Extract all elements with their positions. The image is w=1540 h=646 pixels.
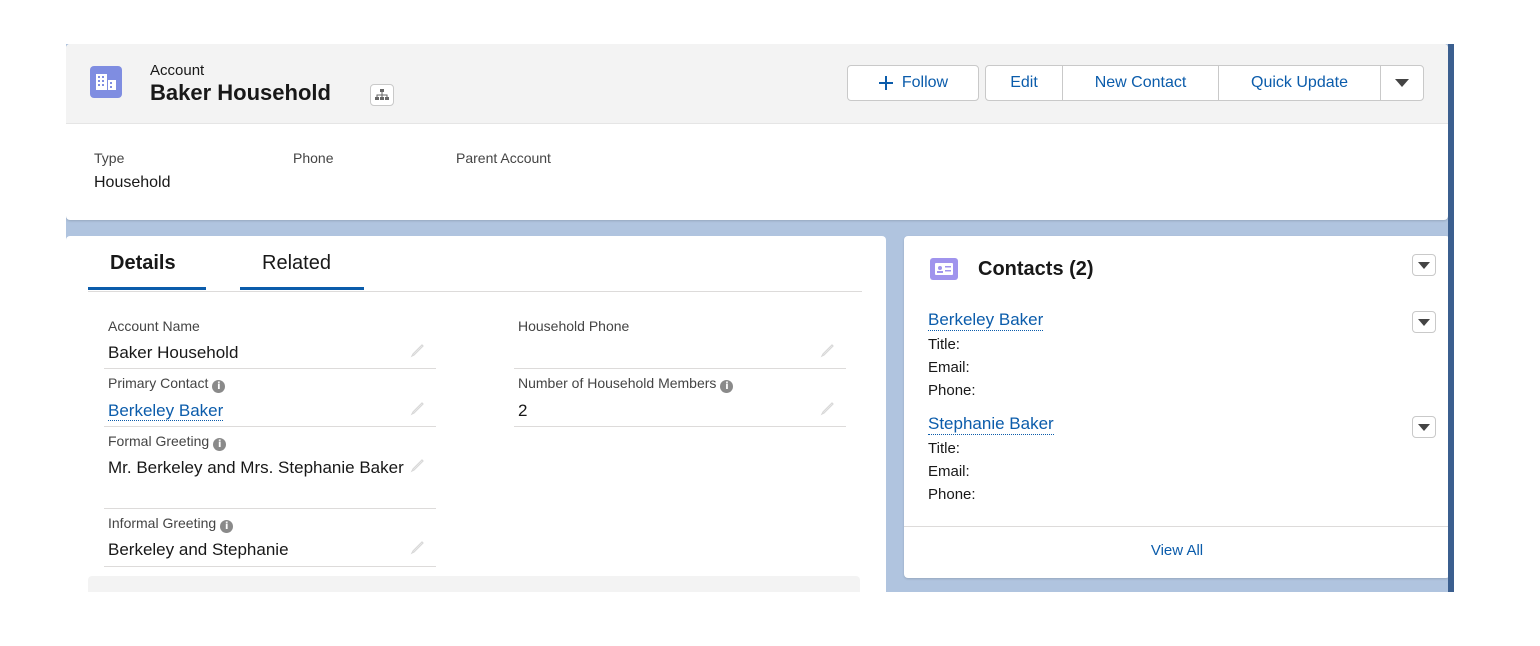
- field-label-wrap: Primary Contact i: [108, 375, 226, 393]
- field-account-name: Account Name Baker Household: [104, 312, 436, 369]
- follow-button-label: Follow: [901, 74, 949, 91]
- info-icon[interactable]: i: [720, 380, 734, 393]
- contact-email-label: Email:: [928, 463, 970, 480]
- contact-name-link[interactable]: Stephanie Baker: [928, 414, 1054, 435]
- field-label-wrap: Formal Greeting i: [108, 433, 227, 451]
- contact-card-icon: [930, 258, 958, 280]
- page-right-edge: [1448, 44, 1454, 592]
- header-title-bar: Account Baker Household Follow Edit New …: [66, 44, 1448, 124]
- primary-contact-link[interactable]: Berkeley Baker: [108, 401, 224, 421]
- field-value: Berkeley and Stephanie: [108, 540, 289, 559]
- contact-phone-label: Phone:: [928, 486, 976, 503]
- pencil-icon[interactable]: [410, 344, 426, 358]
- highlight-type-label: Type: [94, 150, 125, 166]
- field-label-wrap: Informal Greeting i: [108, 515, 234, 533]
- field-household-phone: Household Phone: [514, 312, 846, 369]
- contact-row-menu-button[interactable]: [1412, 311, 1436, 333]
- follow-button[interactable]: Follow: [847, 65, 979, 101]
- contacts-footer-divider: [904, 526, 1450, 527]
- pencil-icon[interactable]: [410, 459, 426, 473]
- details-panel: Details Related Account Name Baker House…: [66, 236, 886, 592]
- field-label: Account Name: [108, 318, 200, 334]
- contacts-list-menu-button[interactable]: [1412, 254, 1436, 276]
- field-formal-greeting: Formal Greeting i Mr. Berkeley and Mrs. S…: [104, 427, 436, 509]
- field-value-wrap: Berkeley Baker: [108, 399, 224, 422]
- new-contact-button[interactable]: New Contact: [1062, 65, 1219, 101]
- field-value: Baker Household: [108, 343, 239, 362]
- highlight-type-value: Household: [94, 174, 171, 191]
- record-name-title: Baker Household: [150, 80, 331, 105]
- edit-button[interactable]: Edit: [985, 65, 1063, 101]
- field-value: 2: [518, 401, 528, 420]
- field-label: Formal Greeting: [108, 433, 210, 449]
- info-icon[interactable]: i: [213, 438, 227, 451]
- quick-update-button[interactable]: Quick Update: [1218, 65, 1381, 101]
- highlight-phone-label: Phone: [293, 150, 334, 166]
- record-page-background: Account Baker Household Follow Edit New …: [66, 44, 1454, 592]
- record-header: Account Baker Household Follow Edit New …: [66, 44, 1448, 220]
- field-label: Informal Greeting: [108, 515, 217, 531]
- field-label: Household Phone: [518, 318, 630, 334]
- info-icon[interactable]: i: [212, 380, 226, 393]
- field-informal-greeting: Informal Greeting i Berkeley and Stephani…: [104, 509, 436, 567]
- highlight-parent-account-label: Parent Account: [456, 150, 551, 166]
- pencil-icon[interactable]: [820, 344, 836, 358]
- action-button-group: Edit New Contact Quick Update: [985, 65, 1424, 101]
- view-all-link[interactable]: View All: [904, 542, 1450, 559]
- contact-phone-label: Phone:: [928, 382, 976, 399]
- section-footer-strip: [88, 576, 860, 592]
- contact-name-link[interactable]: Berkeley Baker: [928, 310, 1044, 331]
- contact-email-label: Email:: [928, 359, 970, 376]
- tab-related[interactable]: Related: [240, 252, 364, 290]
- info-icon[interactable]: i: [220, 520, 234, 533]
- field-primary-contact: Primary Contact i Berkeley Baker: [104, 369, 436, 427]
- hierarchy-icon: [375, 89, 389, 100]
- pencil-icon[interactable]: [410, 402, 426, 416]
- contact-title-label: Title:: [928, 440, 960, 457]
- chevron-down-icon: [1395, 79, 1409, 87]
- pencil-icon[interactable]: [820, 402, 836, 416]
- hierarchy-button[interactable]: [370, 84, 394, 106]
- field-number-of-household-members: Number of Household Members i 2: [514, 369, 846, 427]
- tab-details[interactable]: Details: [88, 252, 206, 290]
- tab-divider: [88, 291, 862, 292]
- field-label-wrap: Number of Household Members i: [518, 375, 734, 393]
- object-type-label: Account: [150, 62, 205, 79]
- field-label: Primary Contact: [108, 375, 209, 391]
- contacts-related-list: Contacts (2) Berkeley Baker Title: Email…: [904, 236, 1450, 578]
- contact-row-menu-button[interactable]: [1412, 416, 1436, 438]
- field-value: Mr. Berkeley and Mrs. Stephanie Baker: [108, 458, 404, 477]
- more-actions-button[interactable]: [1380, 65, 1424, 101]
- contact-title-label: Title:: [928, 336, 960, 353]
- contacts-list-title: Contacts (2): [978, 258, 1094, 280]
- plus-icon: [878, 76, 893, 90]
- account-icon: [90, 66, 122, 98]
- pencil-icon[interactable]: [410, 541, 426, 555]
- field-label: Number of Household Members: [518, 375, 717, 391]
